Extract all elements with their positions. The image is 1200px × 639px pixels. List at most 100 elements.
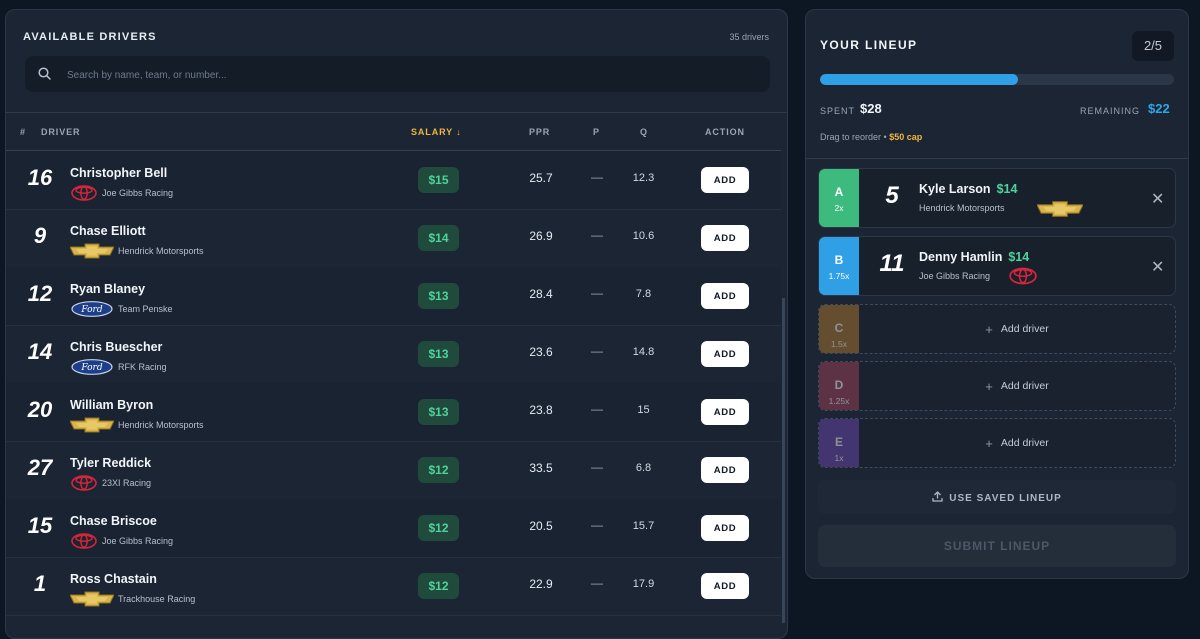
add-driver-slot-button[interactable]: + Add driver [859, 419, 1175, 467]
ppr-value: 20.5 [529, 519, 553, 533]
column-header-ppr[interactable]: PPR [529, 127, 550, 137]
team-name: Hendrick Motorsports [118, 420, 204, 430]
toyota-logo [70, 185, 98, 201]
add-driver-button[interactable]: ADD [701, 225, 749, 251]
spent-label: SPENT [820, 106, 856, 116]
salary-badge: $13 [418, 341, 459, 367]
car-number: 27 [27, 455, 53, 480]
table-row[interactable]: 9 Chase Elliott Hendrick Motorsports $14 26.… [6, 209, 781, 268]
slot-driver-name: Kyle Larson [919, 182, 991, 196]
slot-driver: Kyle Larson $14 [919, 182, 1017, 196]
search-box[interactable] [25, 56, 770, 94]
add-driver-button[interactable]: ADD [701, 283, 749, 309]
q-value: 17.9 [632, 578, 655, 590]
column-header-q[interactable]: Q [640, 127, 648, 137]
q-value: 15.7 [632, 520, 655, 532]
q-value: 14.8 [632, 346, 655, 358]
p-value: — [591, 344, 603, 358]
slot-letter: E [834, 435, 843, 449]
table-row[interactable]: 14 Chris Buescher Ford RFK Racing $13 23.6 — 14… [6, 325, 781, 384]
scrollbar[interactable] [782, 298, 785, 623]
add-driver-slot-button[interactable]: + Add driver [859, 305, 1175, 353]
lineup-slot-c[interactable]: C 1.5x + Add driver [818, 304, 1176, 354]
add-driver-button[interactable]: ADD [701, 573, 749, 599]
panel-title: AVAILABLE DRIVERS [23, 31, 157, 43]
add-driver-label: Add driver [1000, 437, 1049, 449]
driver-team: Hendrick Motorsports [70, 417, 204, 433]
table-row[interactable]: 27 Tyler Reddick 23XI Racing $12 33.5 — 6.8 ADD [6, 441, 781, 500]
p-value: — [591, 576, 603, 590]
slot-driver-salary: $14 [1008, 250, 1030, 264]
column-header-salary[interactable]: SALARY ↓ [411, 127, 462, 137]
remaining-value: $22 [1148, 101, 1170, 116]
table-row[interactable]: 15 Chase Briscoe Joe Gibbs Racing $12 20.5 — 1… [6, 499, 781, 558]
lineup-title: YOUR LINEUP [820, 38, 918, 52]
remove-driver-button[interactable]: ✕ [1145, 188, 1164, 208]
slot-team-name: Hendrick Motorsports [919, 203, 1005, 213]
add-driver-button[interactable]: ADD [701, 341, 749, 367]
p-value: — [591, 518, 603, 532]
driver-team: Ford RFK Racing [70, 359, 167, 375]
add-driver-button[interactable]: ADD [701, 515, 749, 541]
upload-icon [932, 490, 943, 502]
team-name: RFK Racing [118, 362, 167, 372]
ppr-value: 28.4 [529, 287, 553, 301]
slot-multiplier: 1.75x [828, 271, 850, 281]
q-value: 10.6 [632, 230, 655, 242]
team-name: Hendrick Motorsports [118, 246, 204, 256]
chevrolet-logo [70, 591, 114, 607]
ppr-value: 23.8 [529, 403, 553, 417]
use-saved-lineup-label: USE SAVED LINEUP [949, 492, 1062, 504]
slot-letter: D [834, 378, 844, 392]
driver-name: William Byron [70, 398, 154, 412]
add-driver-label: Add driver [1000, 380, 1049, 392]
chevrolet-logo [1036, 200, 1084, 223]
p-value: — [591, 170, 603, 184]
submit-lineup-button[interactable]: SUBMIT LINEUP [818, 525, 1176, 567]
slot-tag: B 1.75x [819, 237, 859, 295]
driver-name: Ross Chastain [70, 572, 157, 586]
table-row[interactable]: 20 William Byron Hendrick Motorsports $13 23… [6, 383, 781, 442]
search-input[interactable] [65, 56, 759, 94]
car-number: 16 [27, 165, 53, 190]
driver-name: Chase Briscoe [70, 514, 157, 528]
table-row[interactable]: 1 Ross Chastain Trackhouse Racing $12 22.9 — 1… [6, 557, 781, 616]
add-driver-button[interactable]: ADD [701, 457, 749, 483]
lineup-slot-a[interactable]: A 2x 5 Kyle Larson $14 Hendrick Motorsports ✕ [818, 168, 1176, 228]
team-name: Trackhouse Racing [118, 594, 196, 604]
add-driver-slot-button[interactable]: + Add driver [859, 362, 1175, 410]
lineup-slot-b[interactable]: B 1.75x 11 Denny Hamlin $14 Joe Gibbs Racing ✕ [818, 236, 1176, 296]
slot-multiplier: 1.5x [830, 339, 848, 349]
reorder-hint: Drag to reorder • $50 cap [820, 132, 922, 142]
driver-team: 23XI Racing [70, 475, 151, 491]
ppr-value: 33.5 [529, 461, 553, 475]
p-value: — [591, 286, 603, 300]
add-driver-button[interactable]: ADD [701, 399, 749, 425]
team-name: Joe Gibbs Racing [102, 536, 174, 546]
column-header-p[interactable]: P [593, 127, 600, 137]
driver-name: Chris Buescher [70, 340, 163, 354]
table-row[interactable]: 16 Christopher Bell Joe Gibbs Racing $15 25.… [6, 151, 781, 210]
lineup-slot-e[interactable]: E 1x + Add driver [818, 418, 1176, 468]
lineup-counter: 2/5 [1132, 31, 1174, 61]
slot-tag: E 1x [819, 419, 859, 467]
table-row[interactable]: 12 Ryan Blaney Ford Team Penske $13 28.4 — 7.8 A… [6, 267, 781, 326]
lineup-slot-d[interactable]: D 1.25x + Add driver [818, 361, 1176, 411]
q-value: 12.3 [632, 172, 655, 184]
chevrolet-logo [70, 243, 114, 259]
salary-badge: $13 [418, 399, 459, 425]
driver-team: Ford Team Penske [70, 301, 173, 317]
car-number: 12 [27, 281, 53, 306]
q-value: 7.8 [635, 288, 652, 300]
use-saved-lineup-button[interactable]: USE SAVED LINEUP [818, 480, 1176, 514]
driver-name: Christopher Bell [70, 166, 168, 180]
svg-text:Ford: Ford [80, 363, 102, 373]
remove-driver-button[interactable]: ✕ [1145, 256, 1164, 276]
slot-driver: Denny Hamlin $14 [919, 250, 1029, 264]
slot-letter: A [834, 185, 844, 199]
car-number: 9 [33, 223, 47, 248]
column-header-driver[interactable]: DRIVER [41, 127, 80, 137]
add-driver-button[interactable]: ADD [701, 167, 749, 193]
slot-multiplier: 2x [834, 203, 844, 213]
car-number: 5 [885, 182, 899, 209]
